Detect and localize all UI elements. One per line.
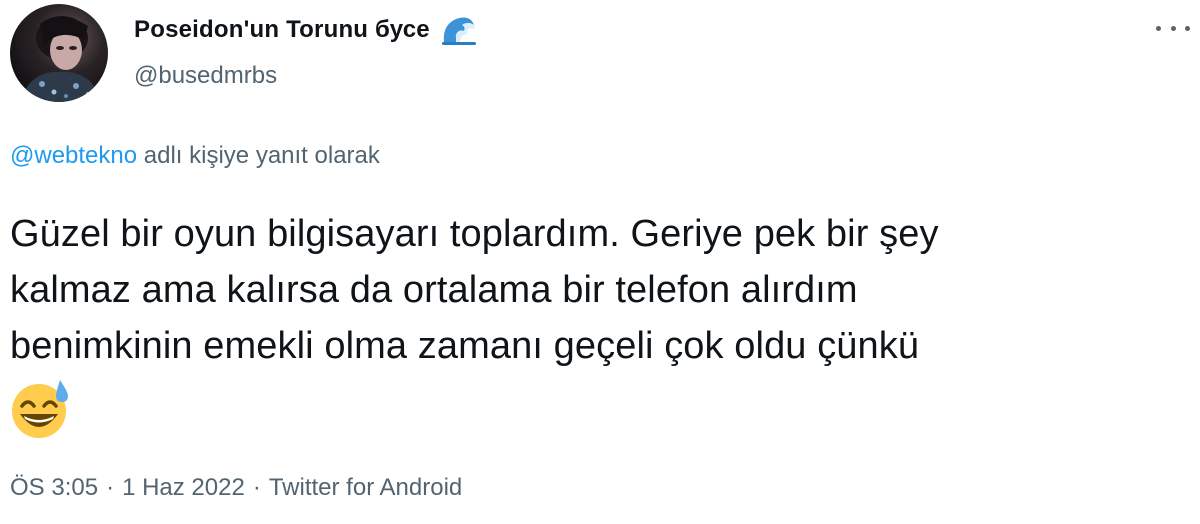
- tweet-header: Poseidon'un Torunu бусе @busedmrbs: [10, 0, 1190, 110]
- reply-context: @webtekno adlı kişiye yanıt olarak: [10, 142, 380, 170]
- more-dots-icon[interactable]: [1156, 18, 1190, 38]
- reply-mention-link[interactable]: @webtekno: [10, 142, 137, 169]
- reply-context-text: adlı kişiye yanıt olarak: [137, 142, 380, 169]
- tweet-date[interactable]: 1 Haz 2022: [122, 474, 245, 501]
- tweet-text-line: benimkinin emekli olma zamanı geçeli çok…: [10, 325, 920, 367]
- tweet-meta: ÖS 3:05 · 1 Haz 2022 · Twitter for Android: [10, 474, 462, 502]
- avatar[interactable]: [10, 4, 108, 102]
- separator: ·: [252, 474, 261, 501]
- tweet-text-line: kalmaz ama kalırsa da ortalama bir telef…: [10, 269, 858, 311]
- tweet-time[interactable]: ÖS 3:05: [10, 474, 98, 501]
- user-handle[interactable]: @busedmrbs: [134, 62, 478, 90]
- tweet-card: Poseidon'un Torunu бусе @busedmrbs @webt…: [0, 0, 1200, 524]
- separator: ·: [106, 474, 115, 501]
- dot: [1156, 25, 1161, 31]
- display-name[interactable]: Poseidon'un Torunu бусе: [134, 16, 430, 44]
- user-names: Poseidon'un Torunu бусе @busedmrbs: [134, 12, 478, 90]
- tweet-text-line: Güzel bir oyun bilgisayarı toplardım. Ge…: [10, 213, 939, 255]
- dot: [1185, 25, 1190, 31]
- tweet-source: Twitter for Android: [268, 474, 463, 501]
- wave-icon: [440, 15, 478, 45]
- dot: [1170, 25, 1176, 31]
- tweet-text: Güzel bir oyun bilgisayarı toplardım. Ge…: [10, 206, 1190, 374]
- display-name-row: Poseidon'un Torunu бусе: [134, 12, 478, 48]
- grinning-sweat-emoji-icon: [10, 378, 72, 440]
